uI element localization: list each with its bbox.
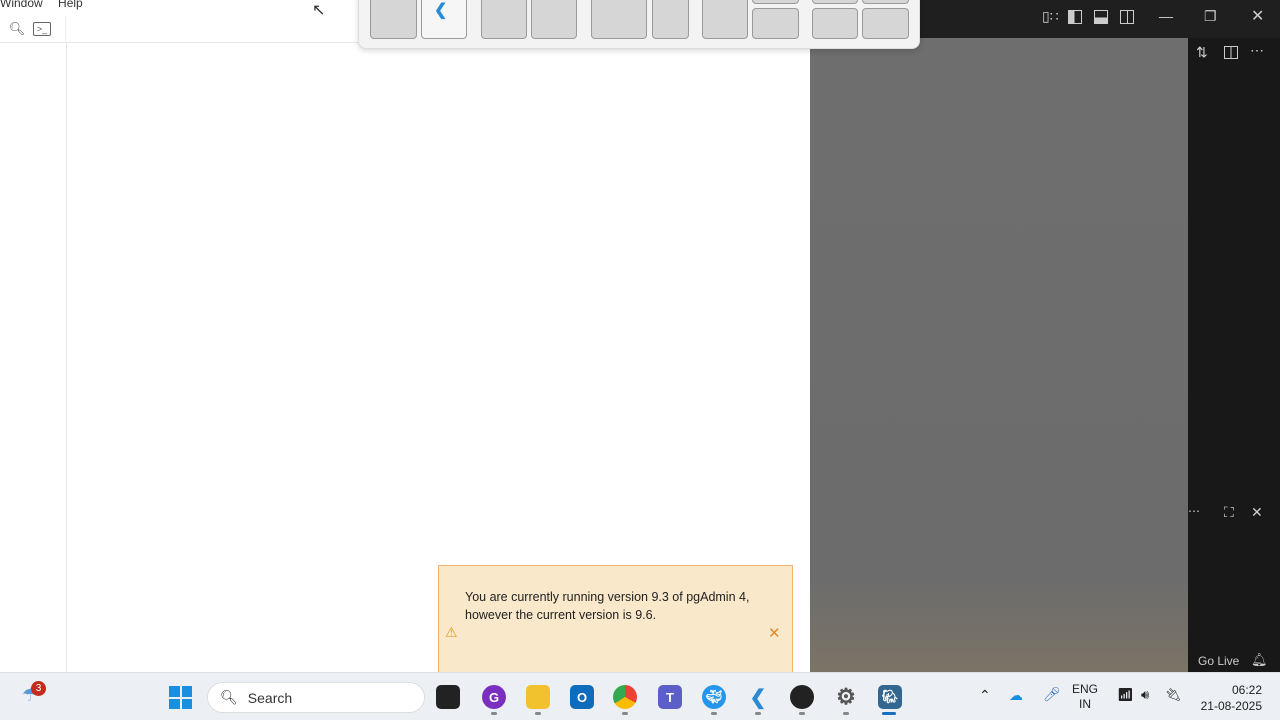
settings-icon[interactable]: ⚙	[834, 684, 858, 709]
menu-window[interactable]: Window	[0, 0, 43, 10]
chrome-icon[interactable]	[613, 685, 637, 709]
snap-zone[interactable]	[752, 8, 799, 39]
taskbar-search[interactable]: 🔍︎ Search	[207, 682, 425, 713]
search-icon[interactable]: 🔍︎	[7, 20, 27, 38]
notifications-bell-icon[interactable]: 🔔︎	[1251, 652, 1268, 668]
menu-help[interactable]: Help	[58, 0, 83, 10]
snap-zone[interactable]	[862, 0, 909, 4]
toggle-secondary-sidebar-icon[interactable]	[1120, 10, 1134, 24]
snap-zone[interactable]	[591, 0, 647, 39]
snap-zone[interactable]	[370, 0, 417, 39]
snap-zone[interactable]	[481, 0, 527, 39]
snap-layouts-flyout: ❮	[358, 0, 920, 49]
task-view-icon[interactable]	[436, 685, 460, 709]
snap-zone[interactable]	[531, 0, 577, 39]
pgadmin-icon[interactable]: 🐘︎	[878, 685, 902, 709]
weather-badge: 3	[31, 681, 46, 696]
object-explorer-toolbar: 🔍︎ >_	[0, 16, 66, 42]
lang-region: IN	[1079, 697, 1091, 711]
toggle-panel-icon[interactable]	[1094, 10, 1108, 24]
toggle-sidebar-icon[interactable]	[1068, 10, 1082, 24]
snap-zone[interactable]	[702, 0, 748, 39]
minimize-icon[interactable]: —	[1159, 8, 1173, 24]
panel-divider	[66, 43, 67, 672]
snap-zone[interactable]	[752, 0, 799, 4]
snap-zone[interactable]	[812, 0, 858, 4]
terminal-icon[interactable]: >_	[33, 22, 51, 36]
outlook-icon[interactable]: O	[570, 685, 594, 709]
language-indicator[interactable]: ENG IN	[1072, 682, 1098, 712]
file-explorer-icon[interactable]	[526, 685, 550, 709]
compare-changes-icon[interactable]: ⇅	[1196, 44, 1208, 61]
search-placeholder: Search	[247, 689, 293, 706]
clock[interactable]: 06:22 21-08-2025	[1196, 682, 1262, 714]
date: 21-08-2025	[1200, 699, 1262, 713]
docker-icon[interactable]: 🐳︎	[702, 685, 726, 709]
close-icon[interactable]: ✕	[1251, 6, 1264, 26]
split-editor-icon[interactable]	[1224, 46, 1238, 59]
vscode-icon: ❮	[434, 2, 448, 19]
microphone-icon[interactable]: 🎤︎	[1043, 686, 1061, 703]
menu-bar: Window Help	[0, 0, 95, 10]
start-button[interactable]	[169, 686, 192, 709]
update-notification: You are currently running version 9.3 of…	[438, 565, 793, 672]
panel-more-icon[interactable]: ⋯	[1188, 504, 1200, 518]
volume-icon[interactable]: 🔊︎	[1141, 687, 1149, 703]
wifi-icon[interactable]: 📶︎	[1117, 687, 1134, 703]
snap-zone-vscode[interactable]: ❮	[421, 0, 467, 39]
snap-zone[interactable]	[812, 8, 858, 39]
vscode-window: ▯∷ — ❐ ✕ ⇅ ⋯ ⋯ ⛶ ✕ Go Live 🔔︎	[810, 0, 1280, 672]
time: 06:22	[1231, 683, 1262, 697]
snap-zone[interactable]	[652, 0, 689, 39]
restore-icon[interactable]: ❐	[1204, 8, 1217, 25]
editor-area	[810, 38, 1188, 672]
taskbar: ☂ 3 🔍︎ Search G O T 🐳︎ ❮ ⚙ 🐘︎ ⌃ ☁ 🎤︎ ENG I…	[0, 672, 1280, 720]
battery-icon[interactable]: 🔌︎	[1165, 687, 1182, 703]
notification-message: You are currently running version 9.3 of…	[465, 590, 750, 622]
show-hidden-icons[interactable]: ⌃	[979, 687, 991, 704]
close-panel-icon[interactable]: ✕	[1251, 504, 1263, 521]
search-icon: 🔍︎	[220, 689, 238, 705]
teams-icon[interactable]: T	[658, 685, 682, 709]
lang-code: ENG	[1072, 682, 1099, 696]
vscode-icon[interactable]: ❮	[746, 685, 770, 709]
close-notification-button[interactable]: ✕	[768, 624, 781, 642]
onedrive-icon[interactable]: ☁	[1009, 687, 1023, 704]
customize-layout-icon[interactable]: ▯∷	[1042, 8, 1059, 25]
snap-zone[interactable]	[862, 8, 909, 39]
warning-icon: ⚠	[445, 624, 458, 640]
github-desktop-icon[interactable]: G	[482, 685, 506, 709]
go-live-button[interactable]: Go Live	[1198, 654, 1239, 668]
more-actions-icon[interactable]: ⋯	[1250, 42, 1264, 59]
obs-icon[interactable]	[790, 685, 814, 709]
mouse-cursor-icon: ↖	[312, 2, 326, 19]
maximize-panel-icon[interactable]: ⛶	[1224, 504, 1234, 521]
